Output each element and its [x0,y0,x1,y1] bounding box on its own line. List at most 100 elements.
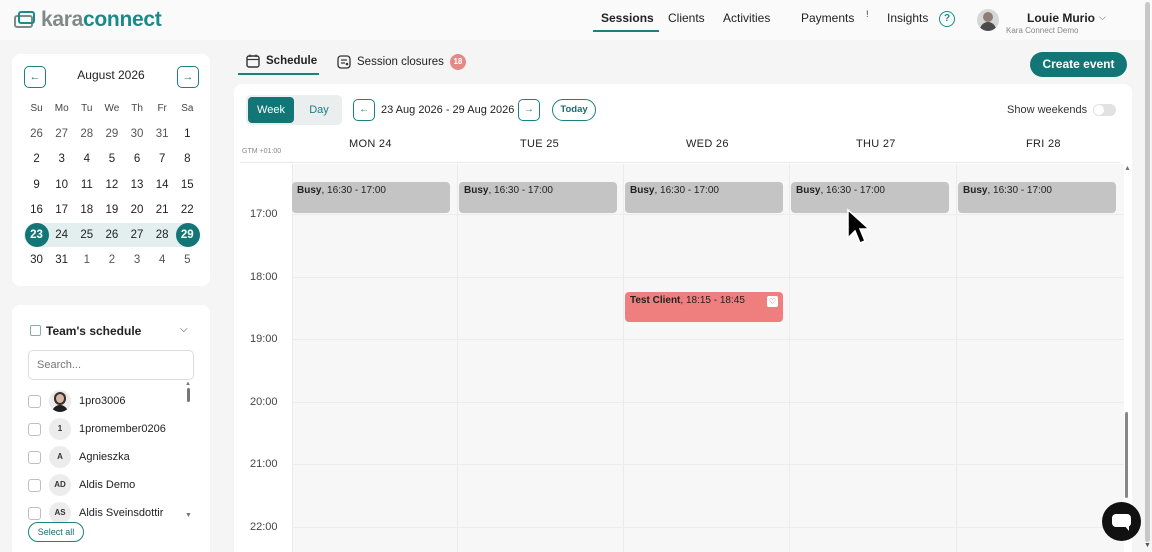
show-weekends-toggle[interactable] [1093,104,1116,116]
chat-support-button[interactable] [1102,502,1141,541]
calendar-day[interactable]: 1 [175,122,200,146]
busy-event-wed[interactable]: Busy, 16:30 - 17:00 [625,182,783,213]
calendar-day[interactable]: 3 [49,147,74,171]
today-button[interactable]: Today [552,99,596,121]
calendar-day[interactable]: 15 [175,173,200,197]
busy-event-mon[interactable]: Busy, 16:30 - 17:00 [292,182,450,213]
calendar-day-number: 29 [180,229,194,242]
calendar-day-selected-end[interactable]: 29 [174,223,200,248]
page-scroll-down-icon[interactable]: ▼ [1144,542,1151,549]
calendar-day[interactable]: 5 [99,147,124,171]
user-avatar[interactable] [977,9,999,31]
calendar-day[interactable]: 12 [99,173,124,197]
calendar-day[interactable]: 8 [175,147,200,171]
prev-week-button[interactable]: ← [353,99,375,121]
member-checkbox[interactable] [28,422,41,436]
calendar-day[interactable]: 18 [74,198,99,222]
day-header-thu: THU 27 [856,138,896,150]
busy-event-tue[interactable]: Busy, 16:30 - 17:00 [459,182,617,213]
calendar-icon [30,325,41,336]
team-member-row[interactable]: 1 1promember0206 [28,418,166,440]
calendar-icon [246,54,260,68]
calendar-day[interactable]: 31 [49,248,74,272]
logo[interactable]: karaconnect [14,8,162,32]
help-icon[interactable]: ? [939,11,955,27]
time-label: 18:00 [250,271,278,283]
calendar-day[interactable]: 1 [74,248,99,272]
calendar-day[interactable]: 16 [24,198,49,222]
chevron-down-icon[interactable]: ⌵ [180,324,188,335]
calendar-day[interactable]: 31 [150,122,175,146]
nav-payments[interactable]: Payments [801,11,854,25]
calendar-day[interactable]: 22 [175,198,200,222]
calendar-day[interactable]: 21 [150,198,175,222]
busy-event-fri[interactable]: Busy, 16:30 - 17:00 [958,182,1116,213]
day-view-button[interactable]: Day [299,97,339,123]
calendar-day[interactable]: 26 [24,122,49,146]
calendar-day[interactable]: 20 [125,198,150,222]
calendar-day-selected-start[interactable]: 23 [24,223,50,248]
user-name[interactable]: Louie Murio [1027,11,1095,25]
weekday-label: Fr [157,102,167,114]
chevron-down-icon[interactable]: ⌵ [1099,12,1106,23]
team-search-input[interactable] [28,350,194,380]
calendar-day-in-range[interactable]: 25 [74,223,100,248]
calendar-day[interactable]: 11 [74,173,99,197]
calendar-day[interactable]: 4 [74,147,99,171]
calendar-day[interactable]: 5 [175,248,200,272]
schedule-scrollbar[interactable] [1125,412,1128,498]
select-all-button[interactable]: Select all [28,522,84,542]
calendar-day[interactable]: 3 [125,248,150,272]
time-label: 19:00 [250,333,278,345]
calendar-day[interactable]: 30 [125,122,150,146]
calendar-day[interactable]: 6 [125,147,150,171]
calendar-day[interactable]: 13 [125,173,150,197]
calendar-next-month-button[interactable]: → [177,66,199,88]
next-week-button[interactable]: → [518,99,540,121]
team-member-row[interactable]: A Agnieszka [28,446,130,468]
calendar-day[interactable]: 19 [99,198,124,222]
team-schedule-title[interactable]: Team's schedule [46,324,141,338]
create-event-button[interactable]: Create event [1030,52,1127,77]
calendar-day[interactable]: 7 [150,147,175,171]
payments-alert-badge: ! [866,9,869,19]
calendar-day-in-range[interactable]: 28 [149,223,175,248]
calendar-day[interactable]: 4 [150,248,175,272]
calendar-day-in-range[interactable]: 26 [99,223,125,248]
calendar-day[interactable]: 10 [49,173,74,197]
calendar-day-in-range[interactable]: 27 [124,223,150,248]
calendar-day-in-range[interactable]: 24 [49,223,75,248]
nav-clients[interactable]: Clients [668,11,705,25]
week-view-button[interactable]: Week [248,97,294,123]
calendar-time-grid[interactable] [292,164,1124,552]
busy-event-thu[interactable]: Busy, 16:30 - 17:00 [791,182,949,213]
nav-sessions[interactable]: Sessions [601,11,654,25]
team-member-row[interactable]: AS Aldis Sveinsdottir [28,502,163,524]
nav-activities[interactable]: Activities [723,11,770,25]
team-member-row[interactable]: AD Aldis Demo [28,474,135,496]
calendar-day[interactable]: 2 [24,147,49,171]
list-scroll-down-icon[interactable]: ▼ [185,512,192,519]
member-checkbox[interactable] [28,450,41,464]
page-scrollbar[interactable] [1145,2,1150,542]
team-member-row[interactable]: 1pro3006 [28,390,126,412]
member-checkbox[interactable] [28,478,41,492]
client-session-event[interactable]: Test Client, 18:15 - 18:45 ♡ [625,292,783,322]
calendar-day[interactable]: 9 [24,173,49,197]
calendar-day[interactable]: 17 [49,198,74,222]
calendar-day[interactable]: 2 [99,248,124,272]
nav-insights[interactable]: Insights [887,11,928,25]
tab-session-closures[interactable]: Session closures 18 [337,54,466,70]
schedule-scroll-up-icon[interactable]: ▲ [1124,165,1131,172]
team-list-scrollbar[interactable] [187,388,190,402]
calendar-day[interactable]: 14 [150,173,175,197]
tab-schedule[interactable]: Schedule [246,54,317,68]
list-scroll-up-icon[interactable]: ▲ [185,381,191,387]
calendar-day[interactable]: 27 [49,122,74,146]
member-checkbox[interactable] [28,506,41,520]
calendar-day[interactable]: 30 [24,248,49,272]
calendar-day[interactable]: 28 [74,122,99,146]
member-name: 1promember0206 [79,423,166,435]
member-checkbox[interactable] [28,394,41,408]
calendar-day[interactable]: 29 [99,122,124,146]
